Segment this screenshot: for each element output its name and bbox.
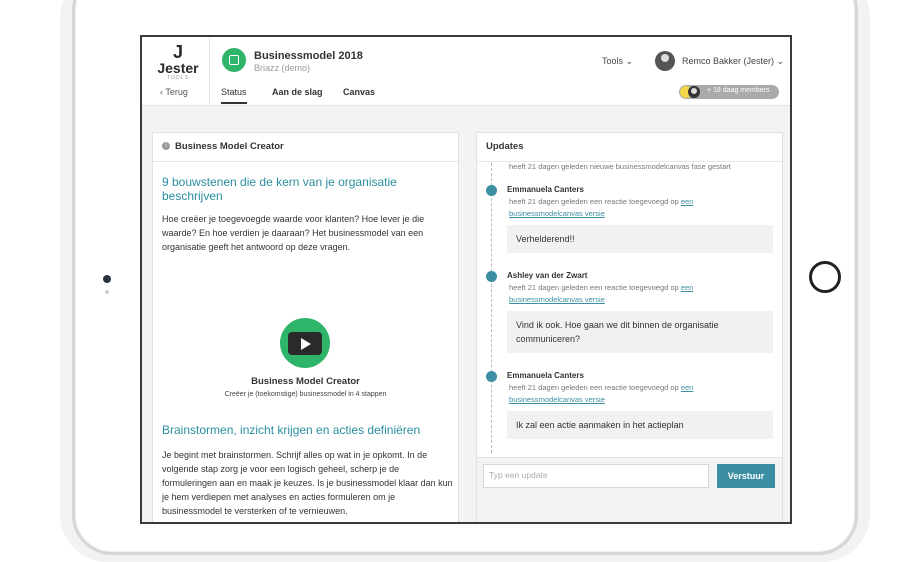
video-title: Business Model Creator bbox=[251, 376, 360, 387]
send-button[interactable]: Verstuur bbox=[717, 464, 775, 488]
update-author: Emmanuela Canters bbox=[507, 371, 584, 380]
video-subtitle: Creëer je (toekomstige) businessmodel in… bbox=[224, 391, 387, 398]
camera-dot bbox=[103, 275, 111, 283]
section-paragraph: Hoe creëer je toegevoegde waarde voor kl… bbox=[162, 214, 425, 252]
card-title: Updates bbox=[486, 141, 524, 152]
info-icon: i bbox=[162, 142, 170, 150]
tab-status[interactable]: Status bbox=[221, 87, 247, 104]
update-text: heeft 21 dagen geleden een reactie toege… bbox=[509, 283, 694, 304]
section-heading: 9 bouwstenen die de kern van je organisa… bbox=[162, 175, 397, 203]
update-link[interactable]: een bbox=[681, 197, 694, 206]
comment-bubble: Verhelderend!! bbox=[507, 225, 773, 253]
app-header: J Jester TOOLS Businessmodel 2018 Briazz… bbox=[142, 37, 790, 106]
members-badge[interactable]: + 18 daag members bbox=[679, 85, 779, 99]
update-link[interactable]: businessmodelcanvas versie bbox=[509, 395, 605, 404]
update-link[interactable]: businessmodelcanvas versie bbox=[509, 209, 605, 218]
update-composer: Typ een update Verstuur bbox=[477, 457, 782, 522]
logo-word: Jester bbox=[157, 60, 199, 76]
tab-canvas[interactable]: Canvas bbox=[343, 87, 375, 97]
tools-menu[interactable]: Tools ⌄ bbox=[602, 56, 633, 67]
card-title: Business Model Creator bbox=[175, 141, 284, 152]
canvas-app-icon bbox=[222, 48, 246, 72]
logo-mark: J bbox=[172, 42, 183, 62]
header-divider bbox=[209, 37, 210, 105]
comment-bubble: Ik zal een actie aanmaken in het actiepl… bbox=[507, 411, 773, 439]
timeline-dot bbox=[486, 271, 497, 282]
card-header: Updates bbox=[477, 133, 782, 162]
business-model-creator-card: i Business Model Creator 9 bouwstenen di… bbox=[152, 132, 459, 522]
update-author: Emmanuela Canters bbox=[507, 185, 584, 194]
video-play-button[interactable] bbox=[280, 318, 330, 368]
members-label: + 18 daag members bbox=[707, 87, 770, 94]
timeline-line bbox=[491, 163, 493, 453]
back-link[interactable]: ‹ Terug bbox=[160, 87, 188, 97]
tab-aan-de-slag[interactable]: Aan de slag bbox=[272, 87, 323, 97]
jester-logo[interactable]: J Jester TOOLS bbox=[152, 43, 204, 83]
update-author: Ashley van der Zwart bbox=[507, 271, 588, 280]
app-screen: J Jester TOOLS Businessmodel 2018 Briazz… bbox=[140, 35, 792, 524]
timeline-dot bbox=[486, 185, 497, 196]
sensor-dot bbox=[105, 290, 109, 294]
project-title: Businessmodel 2018 bbox=[254, 50, 363, 62]
timeline-dot bbox=[486, 371, 497, 382]
update-link[interactable]: een bbox=[681, 283, 694, 292]
update-text: heeft 21 dagen geleden nieuwe businessmo… bbox=[509, 162, 731, 171]
project-subtitle: Briazz (demo) bbox=[254, 63, 311, 73]
card-header: i Business Model Creator bbox=[153, 133, 458, 162]
user-avatar[interactable] bbox=[655, 51, 675, 71]
section-heading: Brainstormen, inzicht krijgen en acties … bbox=[162, 423, 421, 437]
section-paragraph: Je begint met brainstormen. Schrijf alle… bbox=[162, 450, 453, 516]
update-link[interactable]: een bbox=[681, 383, 694, 392]
update-link[interactable]: businessmodelcanvas versie bbox=[509, 295, 605, 304]
updates-card: Updates heeft 21 dagen geleden nieuwe bu… bbox=[476, 132, 783, 522]
comment-bubble: Vind ik ook. Hoe gaan we dit binnen de o… bbox=[507, 311, 773, 353]
update-input[interactable]: Typ een update bbox=[483, 464, 709, 488]
user-menu[interactable]: Remco Bakker (Jester) ⌄ bbox=[682, 56, 784, 67]
update-text: heeft 21 dagen geleden een reactie toege… bbox=[509, 197, 694, 218]
play-icon bbox=[288, 332, 322, 355]
member-avatar bbox=[688, 86, 700, 98]
home-button[interactable] bbox=[809, 261, 841, 293]
update-text: heeft 21 dagen geleden een reactie toege… bbox=[509, 383, 694, 404]
